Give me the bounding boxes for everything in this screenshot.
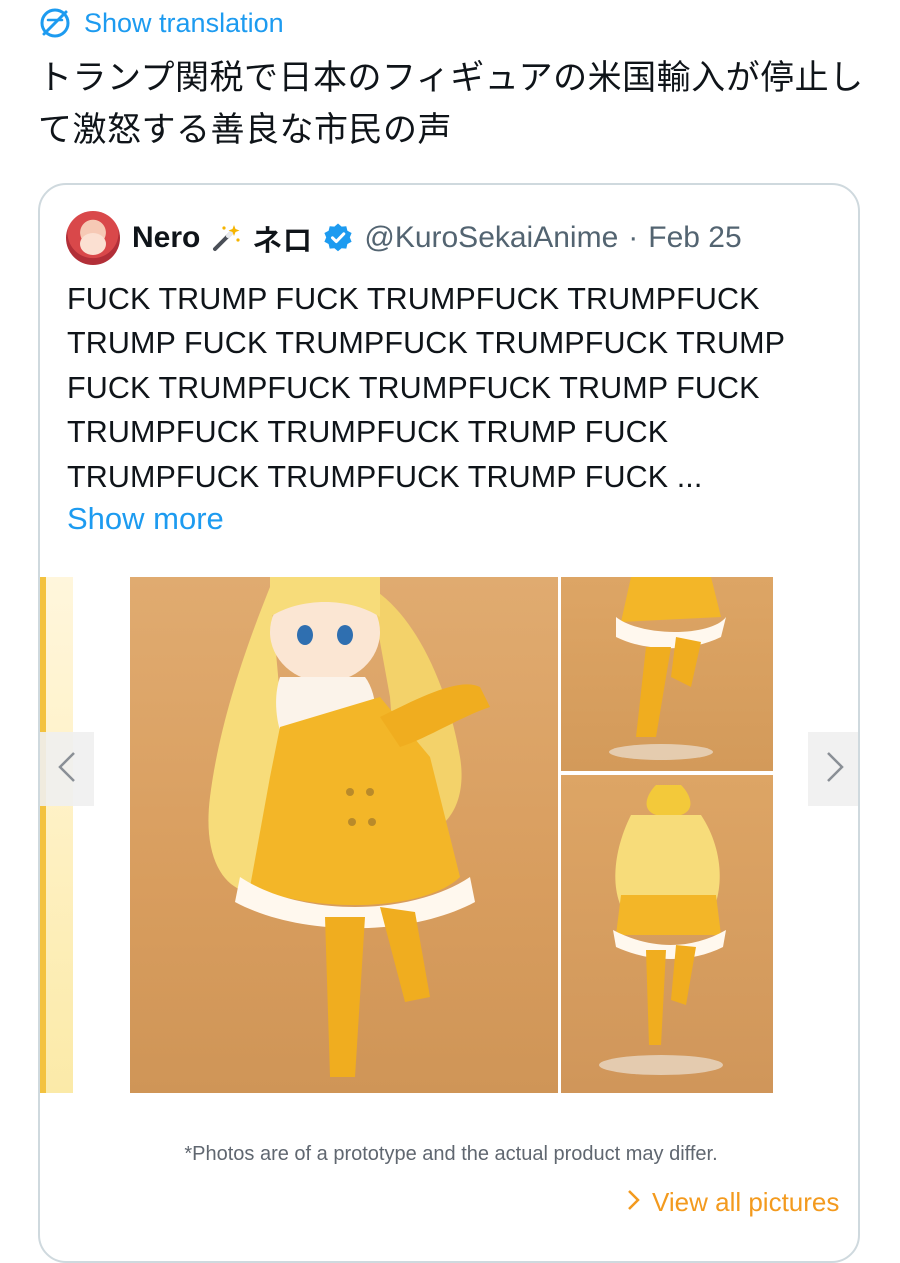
photo-disclaimer: *Photos are of a prototype and the actua… <box>184 1143 718 1165</box>
magic-wand-icon <box>210 222 242 254</box>
media-carousel[interactable] <box>40 577 858 1097</box>
chevron-left-icon <box>54 749 80 790</box>
author-handle[interactable]: @KuroSekaiAnime <box>364 221 618 255</box>
carousel-prev-button[interactable] <box>40 732 94 806</box>
view-all-pictures-label: View all pictures <box>652 1187 840 1217</box>
post-text: トランプ関税で日本のフィギュアの米国輸入が停止して激怒する善良な市民の声 <box>38 58 864 150</box>
author-display-name[interactable]: Nero <box>132 221 200 255</box>
author-display-name-jp[interactable]: ネロ <box>252 216 312 260</box>
avatar[interactable] <box>66 211 120 265</box>
show-translation-label: Show translation <box>84 8 284 38</box>
quoted-post-card[interactable]: Nero ネロ @KuroSekaiAnime · Feb 25 FUCK TR… <box>38 183 860 1263</box>
view-all-pictures-link[interactable]: View all pictures <box>626 1187 839 1218</box>
carousel-next-button[interactable] <box>808 732 858 806</box>
post-date[interactable]: Feb 25 <box>648 221 741 255</box>
previous-image-peek <box>40 577 73 1093</box>
verified-badge-icon <box>322 222 354 254</box>
chevron-right-icon <box>626 1188 642 1217</box>
figure-photo-main[interactable] <box>130 577 558 1093</box>
quoted-post-body: FUCK TRUMP FUCK TRUMPFUCK TRUMPFUCK TRUM… <box>67 282 786 494</box>
show-more-link[interactable]: Show more <box>67 501 224 537</box>
figure-photo-back-view[interactable] <box>561 775 773 1093</box>
show-translation-link[interactable]: Show translation <box>38 6 284 40</box>
translate-icon <box>38 6 72 40</box>
quoted-post-header: Nero ネロ @KuroSekaiAnime · Feb 25 <box>66 211 742 265</box>
figure-photo-side-view[interactable] <box>561 577 773 771</box>
separator-dot: · <box>628 221 639 254</box>
chevron-right-icon <box>822 749 848 790</box>
